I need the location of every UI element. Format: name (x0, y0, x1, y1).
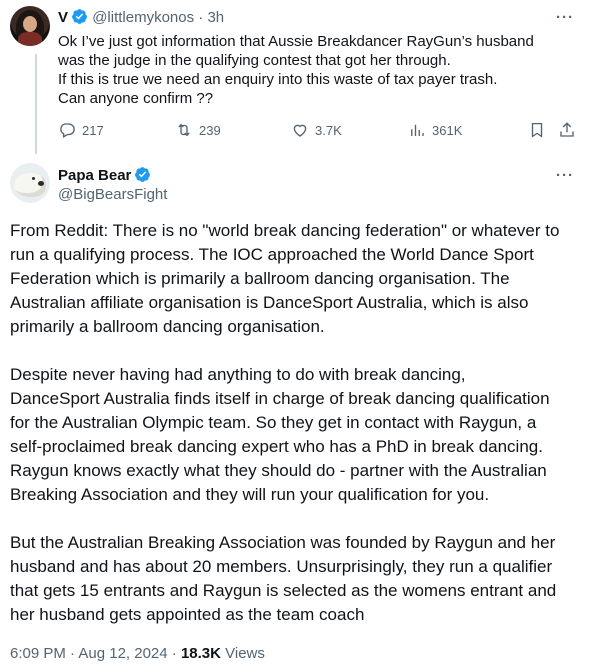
main-tweet-author: Papa Bear (58, 166, 151, 188)
author-name[interactable]: Papa Bear (58, 167, 131, 184)
separator-dot: · (198, 9, 204, 26)
tweet-line: Can anyone confirm ?? (58, 90, 214, 107)
retweet-count: 239 (199, 122, 221, 138)
retweet-button[interactable]: 239 (175, 121, 221, 139)
heart-icon (293, 124, 307, 137)
parent-tweet-text: Ok I’ve just got information that Aussie… (58, 32, 568, 108)
tweet-line: Breaking Association and they will run y… (10, 485, 490, 504)
tweet-timestamp[interactable]: 6:09 PM · Aug 12, 2024 · (10, 645, 181, 662)
share-icon (560, 122, 574, 137)
avatar[interactable] (10, 163, 50, 203)
verified-badge-icon (134, 166, 151, 188)
views-total: 18.3K (180, 645, 221, 662)
like-count: 3.7K (315, 122, 342, 138)
tweet-line: Australian affiliate organisation is Dan… (10, 293, 529, 312)
tweet-line: If this is true we need an enquiry into … (58, 71, 498, 88)
avatar[interactable] (10, 6, 50, 46)
author-handle[interactable]: @BigBearsFight (58, 186, 167, 204)
reply-count: 217 (82, 122, 104, 138)
tweet-line: for the Australian Olympic team. So they… (10, 413, 537, 432)
retweet-icon (178, 123, 190, 137)
analytics-icon (411, 124, 424, 136)
main-tweet-text: From Reddit: There is no "world break da… (10, 219, 590, 651)
paragraph: Despite never having had anything to do … (10, 363, 590, 507)
tweet-line: self-proclaimed break dancing expert who… (10, 437, 543, 456)
tweet-line: run a qualifying process. The IOC approa… (10, 245, 534, 264)
tweet-line: Ok I’ve just got information that Aussie… (58, 33, 534, 50)
reply-button[interactable]: 217 (58, 121, 104, 139)
share-button[interactable] (558, 121, 582, 139)
verified-badge-icon (71, 8, 88, 30)
tweet-line: was the judge in the qualifying contest … (58, 52, 451, 69)
more-options-icon[interactable]: ··· (556, 167, 574, 184)
author-name[interactable]: V (58, 9, 68, 26)
bookmark-button[interactable] (528, 121, 552, 139)
bookmark-icon (531, 122, 543, 138)
tweet-time[interactable]: 3h (207, 9, 224, 26)
views-button[interactable]: 361K (408, 121, 462, 139)
paragraph: But the Australian Breaking Association … (10, 531, 590, 627)
tweet-line: From Reddit: There is no "world break da… (10, 221, 560, 240)
tweet-line: primarily a ballroom dancing organisatio… (10, 317, 325, 336)
author-handle[interactable]: @littlemykonos (92, 9, 194, 26)
views-label: Views (220, 645, 265, 662)
more-options-icon[interactable]: ··· (556, 9, 574, 26)
tweet-line: husband and has about 20 members. Unsurp… (10, 557, 553, 576)
tweet-line: that gets 15 entrants and Raygun is sele… (10, 581, 557, 600)
views-count: 361K (432, 122, 463, 138)
tweet-line: Federation which is primarily a ballroom… (10, 269, 510, 288)
action-bar: 217 239 3.7K 361K (58, 121, 578, 141)
tweet-line: her husband gets appointed as the team c… (10, 605, 365, 624)
tweet-line: Raygun knows exactly what they should do… (10, 461, 547, 480)
paragraph: From Reddit: There is no "world break da… (10, 219, 590, 339)
reply-icon (60, 123, 75, 138)
tweet-meta: 6:09 PM · Aug 12, 2024 · 18.3K Views (10, 644, 265, 664)
tweet-line: DanceSport Australia finds itself in cha… (10, 389, 550, 408)
thread-connector-line (35, 54, 37, 154)
tweet-line: Despite never having had anything to do … (10, 365, 466, 384)
like-button[interactable]: 3.7K (291, 121, 342, 139)
tweet-line: But the Australian Breaking Association … (10, 533, 556, 552)
parent-tweet-header: V @littlemykonos · 3h (58, 8, 224, 30)
